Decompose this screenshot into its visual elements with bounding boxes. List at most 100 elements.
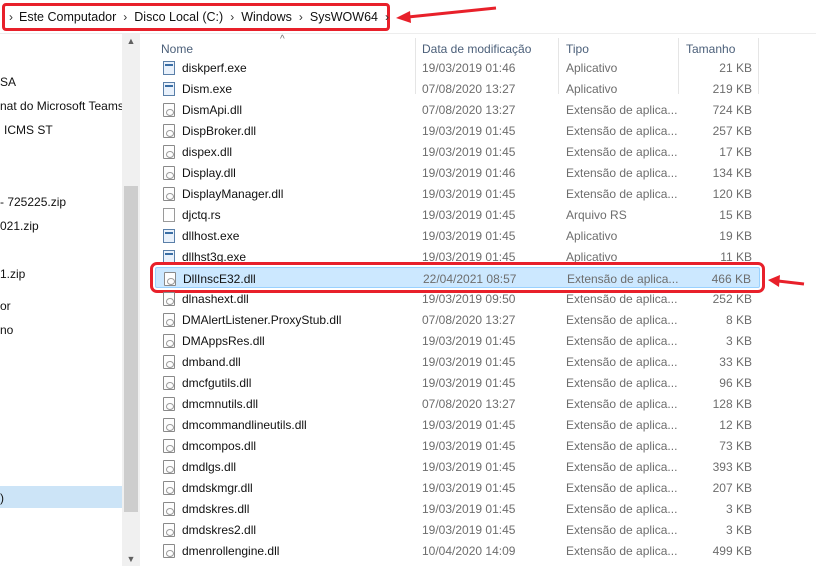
file-date: 10/04/2020 14:09 [422,544,516,558]
nav-item[interactable]: nat do Microsoft Teams [0,99,122,113]
nav-item[interactable]: or [0,299,122,313]
file-row[interactable]: Display.dll 19/03/2019 01:46 Extensão de a… [155,162,760,183]
file-date: 19/03/2019 01:45 [422,523,516,537]
file-date: 19/03/2019 01:45 [422,502,516,516]
file-row[interactable]: dmcmnutils.dll 07/08/2020 13:27 Extensão d… [155,393,760,414]
breadcrumb-syswow64[interactable]: SysWOW64 [310,10,378,24]
file-row[interactable]: DMAppsRes.dll 19/03/2019 01:45 Extensão de… [155,330,760,351]
file-row[interactable]: dllhst3g.exe 19/03/2019 01:45 Aplicativo 11… [155,246,760,267]
chevron-right-icon[interactable]: › [116,10,134,24]
file-row[interactable]: DisplayManager.dll 19/03/2019 01:45 Extens… [155,183,760,204]
file-date: 07/08/2020 13:27 [422,103,516,117]
file-row[interactable]: djctq.rs 19/03/2019 01:45 Arquivo RS 15 KB [155,204,760,225]
file-type: Aplicativo [566,250,618,264]
file-type: Arquivo RS [566,208,627,222]
dll-file-icon [163,124,175,138]
nav-item[interactable]: 1.zip [0,267,122,281]
nav-item[interactable]: ) [0,491,122,505]
dll-file-icon [163,334,175,348]
file-name: DMAlertListener.ProxyStub.dll [182,313,342,327]
dll-file-icon [163,439,175,453]
file-date: 19/03/2019 01:45 [422,355,516,369]
file-type: Aplicativo [566,61,618,75]
file-type: Extensão de aplica... [566,292,678,306]
file-size: 21 KB [719,61,752,75]
chevron-right-icon[interactable]: › [292,10,310,24]
file-row[interactable]: dllhost.exe 19/03/2019 01:45 Aplicativo 19 … [155,225,760,246]
scrollbar-thumb[interactable] [124,186,138,512]
file-row[interactable]: dmdskres2.dll 19/03/2019 01:45 Extensão de… [155,519,760,540]
file-row[interactable]: dmcfgutils.dll 19/03/2019 01:45 Extensão d… [155,372,760,393]
dll-file-icon [163,145,175,159]
file-row[interactable]: DismApi.dll 07/08/2020 13:27 Extensão de a… [155,99,760,120]
file-name: dmband.dll [182,355,241,369]
file-size: 724 KB [712,103,752,117]
breadcrumb-highlight-box: › Este Computador › Disco Local (C:) › W… [2,3,390,31]
dll-file-icon [163,103,175,117]
file-row[interactable]: dmdskmgr.dll 19/03/2019 01:45 Extensão de … [155,477,760,498]
file-row[interactable]: dmcommandlineutils.dll 19/03/2019 01:45 Ex… [155,414,760,435]
chevron-right-icon[interactable]: › [223,10,241,24]
file-row[interactable]: dmdskres.dll 19/03/2019 01:45 Extensão de … [155,498,760,519]
chevron-right-icon[interactable]: › [9,10,19,24]
breadcrumb-windows[interactable]: Windows [241,10,292,24]
file-row-selected[interactable]: DllInscE32.dll 22/04/2021 08:57 Extensão d… [150,262,765,293]
file-type: Extensão de aplica... [566,439,678,453]
column-name[interactable]: Nome [161,42,193,56]
nav-item[interactable]: SA [0,75,122,89]
nav-item[interactable]: - 725225.zip [0,195,122,209]
breadcrumb-disco-local[interactable]: Disco Local (C:) [134,10,223,24]
file-name: diskperf.exe [182,61,247,75]
file-row[interactable]: DMAlertListener.ProxyStub.dll 07/08/2020 … [155,309,760,330]
file-name: dmcompos.dll [182,439,257,453]
file-row[interactable]: dmdlgs.dll 19/03/2019 01:45 Extensão de ap… [155,456,760,477]
file-type: Extensão de aplica... [566,481,678,495]
file-row[interactable]: Dism.exe 07/08/2020 13:27 Aplicativo 219 KB [155,78,760,99]
file-date: 07/08/2020 13:27 [422,397,516,411]
file-size: 12 KB [719,418,752,432]
file-name: dmcmnutils.dll [182,397,259,411]
file-name: DismApi.dll [182,103,243,117]
file-type: Extensão de aplica... [566,313,678,327]
file-icon [163,208,175,222]
file-type: Extensão de aplica... [566,334,678,348]
file-size: 8 KB [725,313,752,327]
dll-file-icon [163,355,175,369]
file-row[interactable]: dispex.dll 19/03/2019 01:45 Extensão de ap… [155,141,760,162]
file-row[interactable]: dlnashext.dll 19/03/2019 09:50 Extensão de… [155,288,760,309]
file-date: 07/08/2020 13:27 [422,82,516,96]
column-date[interactable]: Data de modificação [422,42,531,56]
file-date: 19/03/2019 09:50 [422,292,516,306]
scroll-up-icon[interactable]: ▲ [122,36,140,46]
file-row[interactable]: DispBroker.dll 19/03/2019 01:45 Extensão d… [155,120,760,141]
file-date: 19/03/2019 01:45 [422,376,516,390]
file-date: 19/03/2019 01:45 [422,124,516,138]
file-name: dmdskres.dll [182,502,250,516]
file-row[interactable]: dmband.dll 19/03/2019 01:45 Extensão de ap… [155,351,760,372]
file-name: dllhst3g.exe [182,250,247,264]
file-size: 219 KB [712,82,752,96]
nav-item[interactable]: no [0,323,122,337]
column-type[interactable]: Tipo [566,42,589,56]
file-row[interactable]: dmenrollengine.dll 10/04/2020 14:09 Extens… [155,540,760,561]
column-size[interactable]: Tamanho [686,42,735,56]
file-name: Display.dll [182,166,236,180]
scroll-down-icon[interactable]: ▼ [122,554,140,564]
file-type: Extensão de aplica... [566,502,678,516]
nav-item[interactable]: 021.zip [0,219,122,233]
file-size: 19 KB [719,229,752,243]
file-type: Extensão de aplica... [566,460,678,474]
file-size: 3 KB [725,334,752,348]
dll-file-icon [163,460,175,474]
file-type: Extensão de aplica... [566,124,678,138]
dll-file-icon [163,187,175,201]
nav-scrollbar[interactable]: ▲ ▼ [122,34,140,566]
file-row[interactable]: dmcompos.dll 19/03/2019 01:45 Extensão de … [155,435,760,456]
file-row[interactable]: diskperf.exe 19/03/2019 01:46 Aplicativo 21… [155,57,760,78]
file-name: DMAppsRes.dll [182,334,265,348]
file-name: dmcfgutils.dll [182,376,252,390]
nav-item[interactable]: ICMS ST [4,123,126,137]
file-date: 19/03/2019 01:45 [422,208,516,222]
file-size: 15 KB [719,208,752,222]
breadcrumb-este-computador[interactable]: Este Computador [19,10,116,24]
